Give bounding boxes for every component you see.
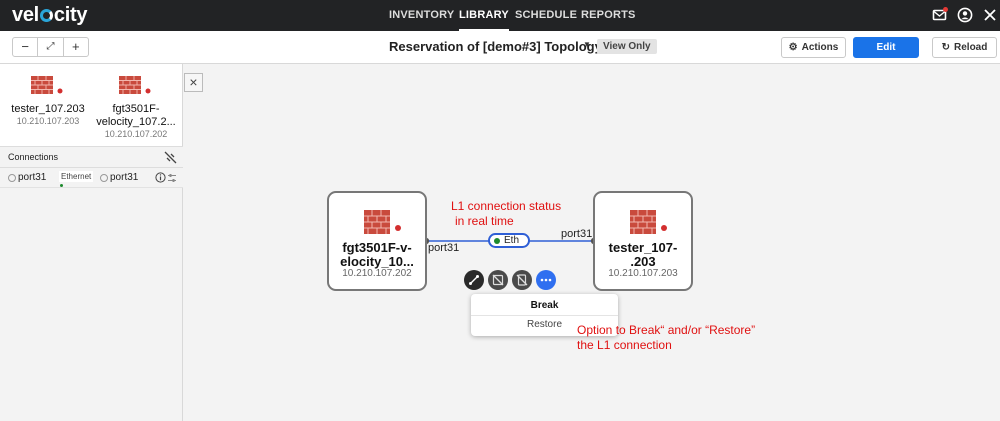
node-fgt3501f[interactable]: fgt3501F-v- elocity_10... 10.210.107.202 xyxy=(327,191,427,291)
annotation-status-line2: in real time xyxy=(455,214,514,228)
link-up-dot xyxy=(494,238,500,244)
node-ip: 10.210.107.202 xyxy=(342,268,412,279)
more-options-button[interactable] xyxy=(536,270,556,290)
more-icon xyxy=(540,278,552,282)
annotation-option-line2: the L1 connection xyxy=(577,338,672,352)
annotation-option-line1: Option to Break“ and/or “Restore” xyxy=(577,323,756,337)
node-tester[interactable]: tester_107- .203 10.210.107.203 xyxy=(593,191,693,291)
firewall-icon xyxy=(630,210,667,234)
disable-icon xyxy=(516,274,528,286)
link-status-pill[interactable]: Eth xyxy=(488,233,530,248)
left-port-label: port31 xyxy=(428,242,460,254)
link-tool-button[interactable] xyxy=(464,270,484,290)
node-ip: 10.210.107.203 xyxy=(608,268,678,279)
break-menu-item[interactable]: Break xyxy=(471,296,618,316)
no-display-icon xyxy=(492,274,504,286)
annotation-status-line1: L1 connection status xyxy=(451,199,562,213)
node-name-line2: .203 xyxy=(630,254,656,269)
right-port-label: port31 xyxy=(561,228,593,240)
firewall-icon xyxy=(364,210,401,234)
node-name-line2: elocity_10... xyxy=(340,254,414,269)
disable-button[interactable] xyxy=(512,270,532,290)
hide-button[interactable] xyxy=(488,270,508,290)
link-icon xyxy=(469,275,479,285)
node-name-line1: fgt3501F-v- xyxy=(342,240,412,255)
node-name-line1: tester_107- xyxy=(608,240,678,255)
